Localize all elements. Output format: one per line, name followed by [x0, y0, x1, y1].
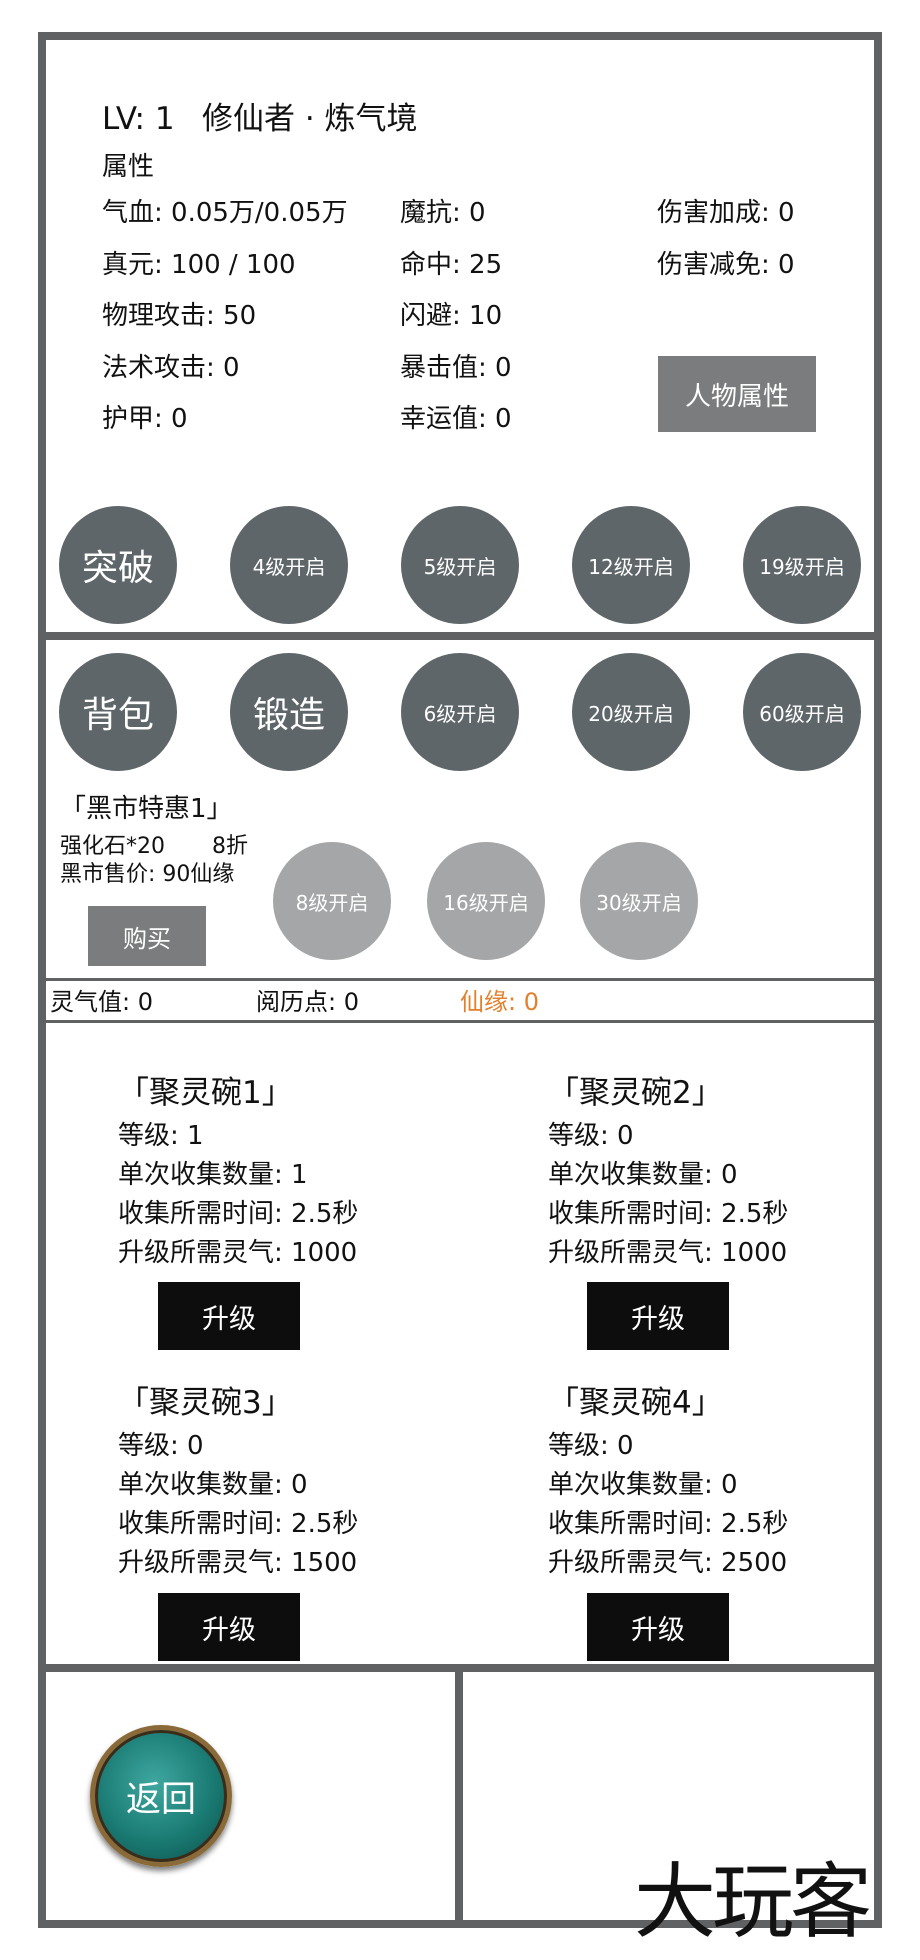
bowl-1-cost: 升级所需灵气: 1000 [118, 1238, 358, 1268]
bowl-2-amount: 单次收集数量: 0 [548, 1160, 738, 1190]
stat-damage-bonus: 伤害加成: 0 [657, 198, 795, 228]
locked-feature-lv20[interactable]: 20级开启 [572, 653, 690, 771]
forge-button[interactable]: 锻造 [230, 653, 348, 771]
bowl-2-level: 等级: 0 [548, 1121, 634, 1151]
bowl-2-title: 「聚灵碗2」 [548, 1075, 723, 1111]
bowl-1-time: 收集所需时间: 2.5秒 [118, 1199, 359, 1229]
locked-feature-lv30[interactable]: 30级开启 [580, 842, 698, 960]
player-level: LV: 1 [102, 101, 175, 137]
bowl-2-time: 收集所需时间: 2.5秒 [548, 1199, 789, 1229]
stat-magic-attack: 法术攻击: 0 [102, 353, 240, 383]
locked-feature-lv16[interactable]: 16级开启 [427, 842, 545, 960]
bowl-3-time: 收集所需时间: 2.5秒 [118, 1509, 359, 1539]
bowl-4-level: 等级: 0 [548, 1431, 634, 1461]
divider-1 [38, 632, 882, 640]
divider-3 [38, 1020, 882, 1023]
stat-crit: 暴击值: 0 [400, 353, 512, 383]
locked-feature-lv5[interactable]: 5级开启 [401, 506, 519, 624]
bowl-3-level: 等级: 0 [118, 1431, 204, 1461]
stat-hp: 气血: 0.05万/0.05万 [102, 198, 348, 228]
black-market-item: 强化石*20 [60, 834, 165, 859]
stat-luck: 幸运值: 0 [400, 404, 512, 434]
stat-dodge: 闪避: 10 [400, 301, 503, 331]
locked-feature-lv4[interactable]: 4级开启 [230, 506, 348, 624]
bowl-3-cost: 升级所需灵气: 1500 [118, 1548, 358, 1578]
fate-points: 仙缘: 0 [460, 988, 539, 1016]
locked-feature-lv19[interactable]: 19级开启 [743, 506, 861, 624]
bowl-4-amount: 单次收集数量: 0 [548, 1470, 738, 1500]
black-market-title: 「黑市特惠1」 [60, 794, 233, 824]
bowl-1-level: 等级: 1 [118, 1121, 204, 1151]
divider-vertical [455, 1664, 463, 1928]
bowl-3-amount: 单次收集数量: 0 [118, 1470, 308, 1500]
bowl-4-upgrade-button[interactable]: 升级 [587, 1593, 729, 1661]
breakthrough-button[interactable]: 突破 [59, 506, 177, 624]
bowl-1-upgrade-button[interactable]: 升级 [158, 1282, 300, 1350]
locked-feature-lv60[interactable]: 60级开启 [743, 653, 861, 771]
bowl-4-cost: 升级所需灵气: 2500 [548, 1548, 788, 1578]
locked-feature-lv12[interactable]: 12级开启 [572, 506, 690, 624]
stat-damage-reduction: 伤害减免: 0 [657, 250, 795, 280]
stat-mp: 真元: 100 / 100 [102, 250, 296, 280]
bowl-4-time: 收集所需时间: 2.5秒 [548, 1509, 789, 1539]
divider-2 [38, 978, 882, 981]
attributes-heading: 属性 [102, 152, 155, 182]
spirit-value: 灵气值: 0 [50, 988, 153, 1016]
bowl-3-title: 「聚灵碗3」 [118, 1385, 293, 1421]
experience-points: 阅历点: 0 [256, 988, 359, 1016]
stat-magic-resist: 魔抗: 0 [400, 198, 486, 228]
locked-feature-lv8[interactable]: 8级开启 [273, 842, 391, 960]
bowl-1-title: 「聚灵碗1」 [118, 1075, 293, 1111]
locked-feature-lv6[interactable]: 6级开启 [401, 653, 519, 771]
bowl-2-upgrade-button[interactable]: 升级 [587, 1282, 729, 1350]
character-attributes-button[interactable]: 人物属性 [658, 356, 816, 432]
stat-physical-attack: 物理攻击: 50 [102, 301, 257, 331]
bowl-3-upgrade-button[interactable]: 升级 [158, 1593, 300, 1661]
stat-hit: 命中: 25 [400, 250, 503, 280]
back-button[interactable]: 返回 [90, 1725, 232, 1867]
watermark-logo: 大玩客 [634, 1855, 872, 1950]
bowl-1-amount: 单次收集数量: 1 [118, 1160, 308, 1190]
stat-armor: 护甲: 0 [102, 404, 188, 434]
black-market-price: 黑市售价: 90仙缘 [60, 862, 235, 887]
backpack-button[interactable]: 背包 [59, 653, 177, 771]
black-market-discount: 8折 [212, 834, 248, 859]
bowl-2-cost: 升级所需灵气: 1000 [548, 1238, 788, 1268]
buy-button[interactable]: 购买 [88, 906, 206, 966]
bowl-4-title: 「聚灵碗4」 [548, 1385, 723, 1421]
player-rank: 修仙者 · 炼气境 [202, 101, 418, 137]
